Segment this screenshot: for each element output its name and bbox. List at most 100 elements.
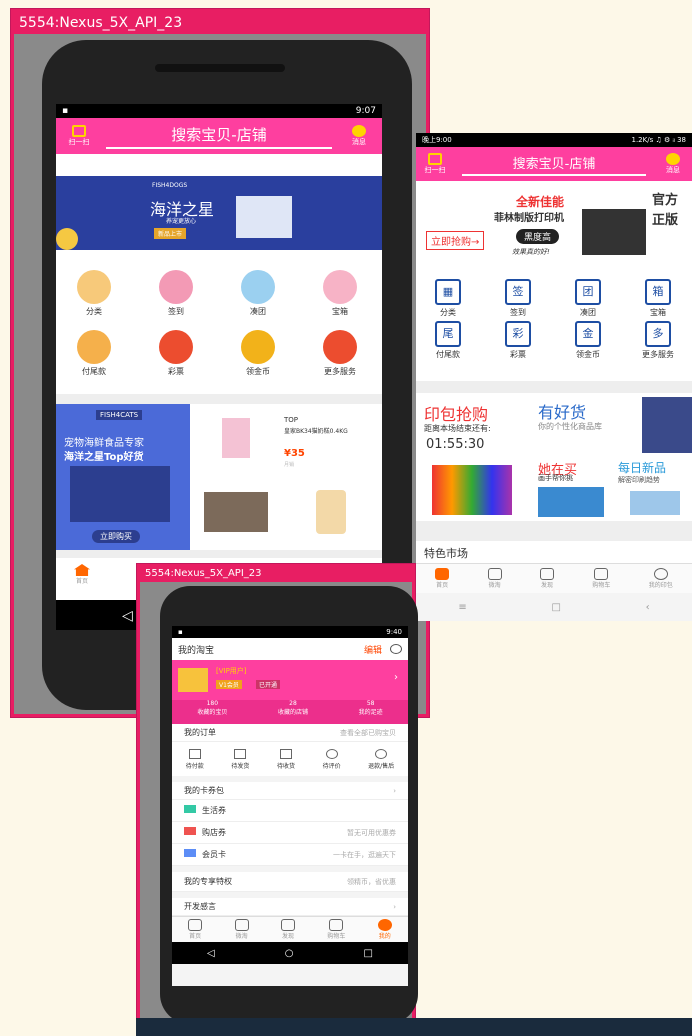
life-coupon-icon <box>184 805 196 813</box>
edit-button[interactable]: 编辑 <box>364 643 382 656</box>
grid2-item-3[interactable]: 团凑团 <box>558 279 618 318</box>
tab-home[interactable]: 首页 <box>188 919 203 940</box>
user-tag: 已开通 <box>256 680 281 689</box>
orders-header[interactable]: 我的订单 查看全部已购宝贝 <box>172 724 408 742</box>
grid-item-7[interactable]: 领金币 <box>228 330 288 377</box>
home-square-icon[interactable]: □ <box>551 602 560 613</box>
grid-item-5[interactable]: 付尾款 <box>64 330 124 377</box>
grid2-item-5[interactable]: 尾付尾款 <box>418 321 478 360</box>
treasure-icon <box>323 270 357 304</box>
brushes-image <box>432 465 512 515</box>
grid2-item-8[interactable]: 多更多服务 <box>628 321 688 360</box>
screen-2: 晚上9:00 1.2K/s ♫ ⚙ ᵢₗ 38 扫一扫 搜索宝贝-店铺 消息 全新… <box>416 133 692 621</box>
chat-icon[interactable] <box>390 644 402 654</box>
stat-shops[interactable]: 28 收藏的店铺 <box>278 700 308 724</box>
dev-row[interactable]: 开发感言 › <box>172 898 408 916</box>
status-time: 9:07 <box>355 106 376 116</box>
tab-cart[interactable]: 购物车 <box>592 568 610 589</box>
user-name: [VIP用户] <box>216 667 247 675</box>
tab-mine[interactable]: 我的印包 <box>649 568 673 589</box>
product-card-2[interactable] <box>192 478 286 550</box>
tab-home[interactable]: 首页 <box>74 564 90 585</box>
grid-item-1[interactable]: 分类 <box>64 270 124 317</box>
product-card-3[interactable] <box>288 478 382 550</box>
banner-badge: 新品上市 <box>154 228 187 239</box>
grid-item-4[interactable]: 宝箱 <box>310 270 370 317</box>
sim-icon: ▪ <box>62 106 69 116</box>
pay-icon <box>77 330 111 364</box>
scan-button[interactable]: 扫一扫 <box>66 125 92 147</box>
promo-image <box>70 466 170 522</box>
grid2-item-7[interactable]: 金领金币 <box>558 321 618 360</box>
grid2-item-2[interactable]: 签签到 <box>488 279 548 318</box>
grid-item-8[interactable]: 更多服务 <box>310 330 370 377</box>
back-icon[interactable]: ‹ <box>646 602 650 613</box>
promo-card[interactable]: FISH4CATS 宠物海鲜食品专家 海洋之星Top好货 立即购买 <box>56 404 190 550</box>
promo-d[interactable]: 每日新品 解密印刷趋势 <box>614 457 692 519</box>
order-pending-review[interactable]: 待评价 <box>323 748 341 770</box>
stat-favorites[interactable]: 180 收藏的宝贝 <box>197 700 227 724</box>
tab-home[interactable]: 首页 <box>435 568 450 589</box>
side-label-2: 正版 <box>652 213 679 228</box>
order-refund[interactable]: 退款/售后 <box>368 748 394 770</box>
grid2-item-6[interactable]: 彩彩票 <box>488 321 548 360</box>
home-circle-icon[interactable]: ○ <box>285 948 294 959</box>
back-icon[interactable]: ◁ <box>207 948 215 959</box>
message-button-2[interactable]: 消息 <box>660 153 686 175</box>
grid-item-6[interactable]: 彩票 <box>146 330 206 377</box>
product-badge: TOP <box>284 416 299 424</box>
search-input[interactable]: 搜索宝贝-店铺 <box>106 124 332 149</box>
stat-footprint[interactable]: 58 我的足迹 <box>359 700 383 724</box>
message-button[interactable]: 消息 <box>346 125 372 147</box>
order-pending-ship[interactable]: 待发货 <box>231 748 249 770</box>
scan-button-2[interactable]: 扫一扫 <box>422 153 448 175</box>
truck-icon <box>279 748 292 759</box>
order-pending-pay[interactable]: 待付款 <box>186 748 204 770</box>
tab-weitao[interactable]: 微淘 <box>234 919 249 940</box>
wallet-row-2[interactable]: 购店券 暂无可用优惠券 <box>172 822 408 844</box>
tab-weitao[interactable]: 微淘 <box>487 568 502 589</box>
banner[interactable]: FISH4DOGS 海洋之星 养宠更放心 新品上市 <box>56 176 382 250</box>
user-icon <box>377 919 392 931</box>
compass-icon <box>280 919 295 931</box>
order-pending-receive[interactable]: 待收货 <box>277 748 295 770</box>
divider-2 <box>56 550 382 558</box>
promo-title-1: 宠物海鲜食品专家 <box>64 438 144 449</box>
printer-banner[interactable]: 全新佳能 菲林制版打印机 立即抢购→ 黑度高 效果真的好! 官方 正版 <box>416 183 692 265</box>
treasure-icon: 箱 <box>645 279 671 305</box>
paint-image <box>538 487 604 517</box>
grid2-item-4[interactable]: 箱宝箱 <box>628 279 688 318</box>
search-input-2[interactable]: 搜索宝贝-店铺 <box>462 153 646 176</box>
window-title-3: 5554:Nexus_5X_API_23 <box>145 568 262 579</box>
special-row[interactable]: 我的专享特权 领精币，省优惠 <box>172 872 408 892</box>
home-icon <box>74 564 90 576</box>
tab-cart[interactable]: 购物车 <box>327 919 345 940</box>
tab-discover[interactable]: 发现 <box>280 919 295 940</box>
wallet-row-1[interactable]: 生活券 <box>172 800 408 822</box>
grid-item-3[interactable]: 凑团 <box>228 270 288 317</box>
grid-item-2[interactable]: 签到 <box>146 270 206 317</box>
sys-nav-3: ◁ ○ □ <box>172 942 408 964</box>
recents-icon[interactable]: □ <box>364 948 373 959</box>
back-button[interactable]: ◁ <box>122 608 133 624</box>
buy-now-button-2[interactable]: 立即抢购→ <box>426 231 485 250</box>
wallet-row-3[interactable]: 会员卡 一卡在手，逛遍天下 <box>172 844 408 866</box>
banner-tag: FISH4DOGS <box>152 182 188 189</box>
user-level: V1会员 <box>216 680 242 689</box>
promo-c[interactable]: 她在买 画手帮你挑 <box>532 457 612 519</box>
product-card[interactable]: TOP 皇家BK34猫奶糕0.4KG ¥35 月销 <box>192 404 382 476</box>
shop-coupon-icon <box>184 827 196 835</box>
banner-product <box>236 196 292 238</box>
top-bar-2: 扫一扫 搜索宝贝-店铺 消息 <box>416 147 692 181</box>
user-card[interactable]: [VIP用户] V1会员 已开通 › <box>172 660 408 700</box>
bottom-tabs-2: 首页 微淘 发现 购物车 我的印包 <box>416 563 692 593</box>
grid2-item-1[interactable]: ▦ 分类 <box>418 279 478 318</box>
wallet-header[interactable]: 我的卡券包 › <box>172 782 408 800</box>
lottery-icon <box>159 330 193 364</box>
promo-a[interactable]: 印包抢购 距离本场结束还有: 01:55:30 <box>416 395 530 519</box>
tab-discover[interactable]: 发现 <box>539 568 554 589</box>
tab-mine[interactable]: 我的 <box>377 919 392 940</box>
promo-b[interactable]: 有好货 你的个性化商品库 <box>532 395 692 455</box>
menu-icon[interactable]: ≡ <box>458 602 466 613</box>
buy-now-button[interactable]: 立即购买 <box>92 530 140 543</box>
